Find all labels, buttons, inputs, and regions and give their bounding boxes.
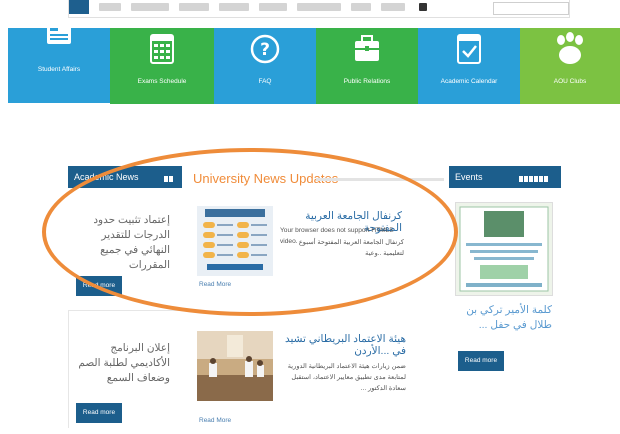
question-icon: ? xyxy=(250,34,280,64)
tile-label: Public Relations xyxy=(343,78,391,85)
tile-public-relations[interactable]: Public Relations xyxy=(316,28,418,104)
tile-label: Exams Schedule xyxy=(137,78,187,85)
academic-news-header: Academic News xyxy=(68,166,182,188)
divider xyxy=(68,310,182,311)
nav-item[interactable] xyxy=(351,3,371,11)
article-thumbnail[interactable] xyxy=(197,206,273,276)
nav-item[interactable] xyxy=(219,3,249,11)
event-poster xyxy=(456,203,552,295)
home-icon[interactable] xyxy=(69,0,89,14)
calendar-icon xyxy=(150,34,174,64)
nav-item[interactable] xyxy=(179,3,209,11)
nav-item[interactable] xyxy=(99,3,121,11)
top-nav-bar xyxy=(68,0,570,18)
nav-item[interactable] xyxy=(297,3,341,11)
carnival-image xyxy=(197,206,273,276)
quick-links-tiles: Student Affairs Exams Schedule ? FAQ Pub… xyxy=(0,24,620,104)
panel-title: Events xyxy=(455,172,483,182)
tile-aou-clubs[interactable]: AOU Clubs xyxy=(520,28,620,104)
article-body-ar: ضمن زيارات هيئة الاعتماد البريطانية الدو… xyxy=(287,363,406,392)
article-headline[interactable]: هيئة الاعتماد البريطاني تشيد في ...الأرد… xyxy=(282,333,406,357)
academic-news-item[interactable]: إعتماد تثبيت حدود الدرجات للتقدير النهائ… xyxy=(70,213,170,273)
panel-title: Academic News xyxy=(74,172,139,182)
slider-dots-icon[interactable] xyxy=(164,174,174,182)
tile-label: AOU Clubs xyxy=(553,78,587,85)
nav-item[interactable] xyxy=(131,3,169,11)
nav-item[interactable] xyxy=(259,3,287,11)
article-body-ar: كرنفال الجامعة العربية المفتوحة أسبوع لت… xyxy=(298,239,404,257)
paw-icon xyxy=(557,32,583,64)
event-image[interactable] xyxy=(455,202,553,296)
id-card-icon xyxy=(47,24,71,44)
briefcase-icon xyxy=(355,35,379,61)
divider xyxy=(68,310,69,428)
slider-dots-icon[interactable] xyxy=(519,174,549,182)
read-more-button[interactable]: Read more xyxy=(76,403,122,423)
read-more-link[interactable]: Read More xyxy=(199,417,231,424)
article-thumbnail[interactable] xyxy=(197,331,273,401)
search-input[interactable] xyxy=(493,2,569,15)
tile-exams-schedule[interactable]: Exams Schedule xyxy=(110,28,214,104)
tile-label: FAQ xyxy=(258,78,272,85)
event-item-title[interactable]: كلمة الأمير تركي بن طلال في حفل ... xyxy=(452,303,552,333)
nav-item[interactable] xyxy=(419,3,427,11)
svg-text:?: ? xyxy=(260,40,270,60)
events-header: Events xyxy=(449,166,561,188)
tile-label: Academic Calendar xyxy=(440,78,498,85)
read-more-button[interactable]: Read more xyxy=(76,276,122,296)
tile-student-affairs[interactable]: Student Affairs xyxy=(8,24,110,103)
nav-item[interactable] xyxy=(381,3,405,11)
academic-news-item[interactable]: إعلان البرنامج الأكاديمي لطلبة الصم وضعا… xyxy=(70,341,170,386)
read-more-button[interactable]: Read more xyxy=(458,351,504,371)
tile-academic-calendar[interactable]: Academic Calendar xyxy=(418,28,520,104)
read-more-link[interactable]: Read More xyxy=(199,281,231,288)
tile-faq[interactable]: ? FAQ xyxy=(214,28,316,104)
calendar-check-icon xyxy=(457,34,481,64)
meeting-photo xyxy=(197,331,273,401)
tile-label: Student Affairs xyxy=(37,66,81,73)
title-rule xyxy=(316,178,444,181)
